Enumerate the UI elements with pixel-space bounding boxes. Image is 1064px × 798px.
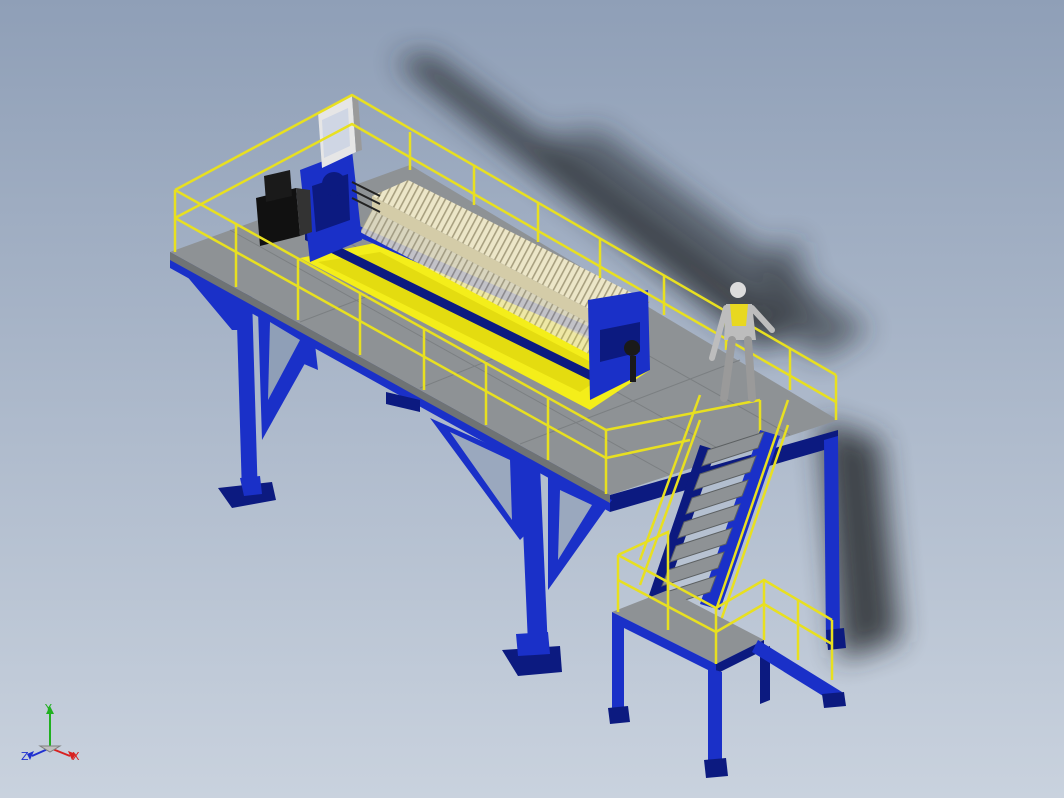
cad-viewport[interactable]: Y X Z	[0, 0, 1064, 798]
triad-label-y: Y	[44, 702, 52, 715]
triad-label-z: Z	[21, 750, 29, 763]
model-view[interactable]: Y X Z	[0, 0, 1064, 798]
triad-label-x: X	[72, 750, 80, 763]
column-right-rear	[824, 436, 840, 644]
